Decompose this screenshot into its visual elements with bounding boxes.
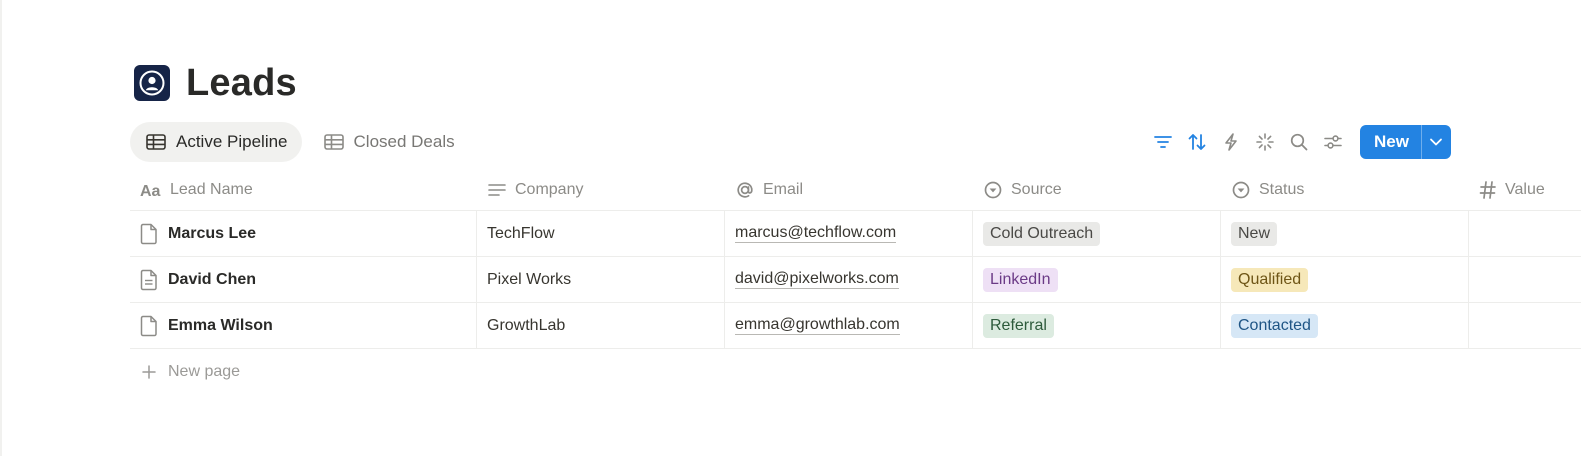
ai-autofill-button[interactable] bbox=[1248, 125, 1282, 159]
table-row[interactable]: Emma Wilson GrowthLab emma@growthlab.com… bbox=[130, 303, 1581, 349]
lightning-icon bbox=[1225, 133, 1237, 151]
email-cell[interactable]: emma@growthlab.com bbox=[725, 303, 973, 348]
value-cell[interactable] bbox=[1469, 303, 1581, 348]
column-header-value[interactable]: Value bbox=[1469, 170, 1581, 210]
search-icon bbox=[1290, 133, 1308, 151]
new-page-button[interactable]: New page bbox=[130, 349, 1581, 395]
page-icon bbox=[140, 223, 157, 244]
column-header-source[interactable]: Source bbox=[973, 170, 1221, 210]
tab-label: Active Pipeline bbox=[176, 132, 288, 151]
value-cell[interactable] bbox=[1469, 211, 1581, 256]
column-header-label: Email bbox=[763, 181, 804, 198]
new-page-label: New page bbox=[168, 363, 241, 380]
new-button[interactable]: New bbox=[1360, 125, 1421, 159]
source-tag: Referral bbox=[983, 313, 1054, 338]
column-header-company[interactable]: Company bbox=[477, 170, 725, 210]
view-settings-button[interactable] bbox=[1316, 125, 1350, 159]
automations-button[interactable] bbox=[1214, 125, 1248, 159]
table-row[interactable]: Marcus Lee TechFlow marcus@techflow.com … bbox=[130, 211, 1581, 257]
source-cell[interactable]: LinkedIn bbox=[973, 257, 1221, 302]
email-link[interactable]: marcus@techflow.com bbox=[735, 224, 897, 243]
lead-name: Marcus Lee bbox=[168, 224, 257, 242]
new-button-group: New bbox=[1360, 125, 1451, 159]
status-cell[interactable]: Contacted bbox=[1221, 303, 1469, 348]
lead-name-cell[interactable]: Emma Wilson bbox=[130, 303, 477, 348]
filter-button[interactable] bbox=[1146, 125, 1180, 159]
sparkle-burst-icon bbox=[1256, 133, 1274, 151]
sort-arrows-icon bbox=[1188, 134, 1206, 150]
plus-icon bbox=[142, 365, 156, 379]
svg-text:Aa: Aa bbox=[140, 183, 161, 198]
lead-name-cell[interactable]: David Chen bbox=[130, 257, 477, 302]
lead-name-cell[interactable]: Marcus Lee bbox=[130, 211, 477, 256]
view-tabs: Active Pipeline Closed Deals bbox=[130, 122, 469, 162]
column-header-lead-name[interactable]: Aa Lead Name bbox=[130, 170, 477, 210]
company-cell[interactable]: Pixel Works bbox=[477, 257, 725, 302]
tab-active-pipeline[interactable]: Active Pipeline bbox=[130, 122, 302, 162]
table-view-icon bbox=[323, 134, 344, 150]
company-name: Pixel Works bbox=[487, 270, 572, 288]
number-hash-icon bbox=[1479, 181, 1496, 199]
table-header-row: Aa Lead Name Company Email Source Status… bbox=[130, 170, 1581, 211]
source-cell[interactable]: Cold Outreach bbox=[973, 211, 1221, 256]
lead-name: Emma Wilson bbox=[168, 316, 273, 334]
title-aa-icon: Aa bbox=[140, 183, 161, 198]
leads-table: Aa Lead Name Company Email Source Status… bbox=[130, 170, 1581, 395]
email-cell[interactable]: marcus@techflow.com bbox=[725, 211, 973, 256]
page-title: Leads bbox=[186, 62, 297, 104]
status-cell[interactable]: New bbox=[1221, 211, 1469, 256]
status-cell[interactable]: Qualified bbox=[1221, 257, 1469, 302]
view-toolbar: New bbox=[1146, 125, 1451, 159]
new-dropdown-button[interactable] bbox=[1420, 125, 1451, 159]
text-lines-icon bbox=[488, 184, 506, 196]
source-tag: LinkedIn bbox=[983, 267, 1058, 292]
status-tag: New bbox=[1231, 221, 1278, 246]
column-header-label: Value bbox=[1505, 181, 1545, 198]
column-header-email[interactable]: Email bbox=[725, 170, 973, 210]
search-button[interactable] bbox=[1282, 125, 1316, 159]
window-left-edge bbox=[0, 0, 2, 456]
company-name: GrowthLab bbox=[487, 316, 566, 334]
table-row[interactable]: David Chen Pixel Works david@pixelworks.… bbox=[130, 257, 1581, 303]
sort-button[interactable] bbox=[1180, 125, 1214, 159]
sliders-icon bbox=[1324, 135, 1342, 149]
column-header-label: Source bbox=[1011, 181, 1062, 198]
page-header: Leads bbox=[134, 64, 297, 102]
select-circle-icon bbox=[1232, 181, 1250, 199]
page-with-text-icon bbox=[140, 269, 157, 290]
tab-closed-deals[interactable]: Closed Deals bbox=[308, 122, 469, 162]
column-header-label: Status bbox=[1259, 181, 1305, 198]
company-cell[interactable]: TechFlow bbox=[477, 211, 725, 256]
at-sign-icon bbox=[737, 182, 753, 198]
table-view-icon bbox=[146, 134, 166, 150]
email-cell[interactable]: david@pixelworks.com bbox=[725, 257, 973, 302]
email-link[interactable]: emma@growthlab.com bbox=[735, 316, 900, 335]
column-header-status[interactable]: Status bbox=[1221, 170, 1469, 210]
tab-label: Closed Deals bbox=[353, 132, 455, 151]
status-tag: Qualified bbox=[1231, 267, 1309, 292]
lead-name: David Chen bbox=[168, 270, 257, 288]
chevron-down-icon bbox=[1430, 138, 1443, 146]
select-circle-icon bbox=[984, 181, 1002, 199]
filter-icon bbox=[1154, 136, 1172, 148]
email-link[interactable]: david@pixelworks.com bbox=[735, 270, 899, 289]
column-header-label: Lead Name bbox=[170, 181, 253, 198]
database-person-icon[interactable] bbox=[134, 65, 170, 101]
source-cell[interactable]: Referral bbox=[973, 303, 1221, 348]
value-cell[interactable] bbox=[1469, 257, 1581, 302]
column-header-label: Company bbox=[515, 181, 584, 198]
page-icon bbox=[140, 315, 157, 336]
company-name: TechFlow bbox=[487, 224, 555, 242]
company-cell[interactable]: GrowthLab bbox=[477, 303, 725, 348]
source-tag: Cold Outreach bbox=[983, 221, 1101, 246]
status-tag: Contacted bbox=[1231, 313, 1318, 338]
